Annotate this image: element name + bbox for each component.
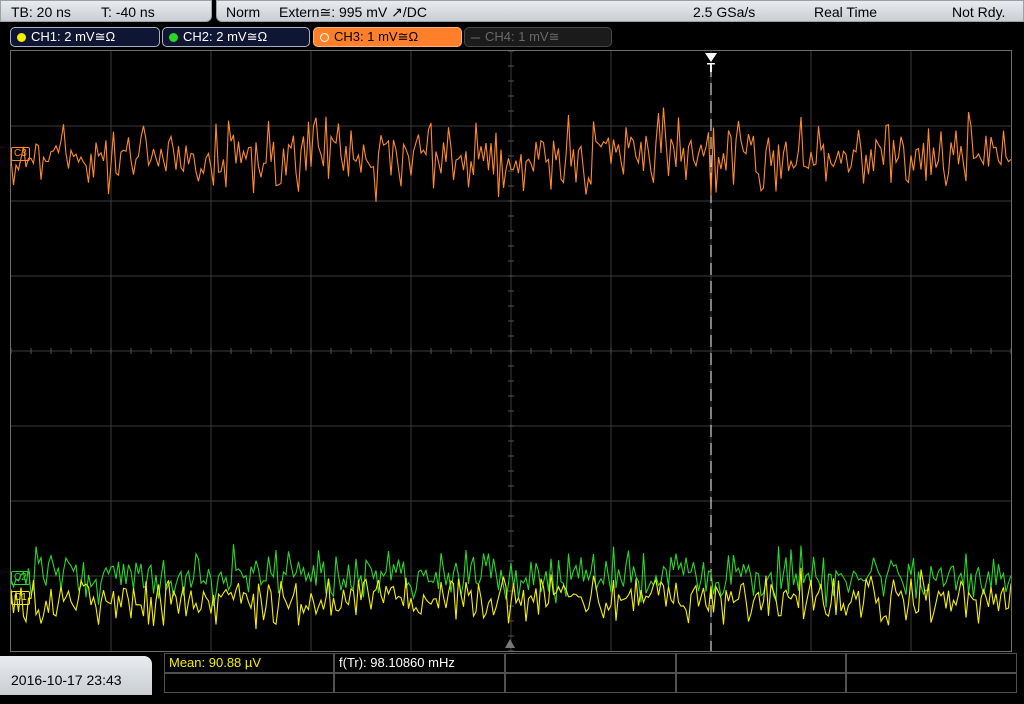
ch2-indicator-icon — [169, 33, 178, 42]
tab-ch4[interactable]: CH4: 1 mV≅ — [464, 27, 612, 47]
ch2-offset-marker[interactable]: C2 — [11, 571, 30, 585]
tab-ch1[interactable]: CH1: 2 mV≅Ω — [10, 27, 160, 47]
mean-measurement[interactable]: Mean: 90.88 µV — [164, 653, 334, 673]
trigger-source-label: Extern≅: 995 mV ↗/DC — [279, 4, 427, 20]
waveform-plot — [11, 51, 1011, 651]
measurement-slot-6[interactable] — [164, 673, 334, 693]
ch4-indicator-icon — [471, 37, 480, 39]
ch1-indicator-icon — [17, 33, 26, 42]
trigger-position-marker[interactable]: T — [703, 53, 719, 74]
ch3-indicator-icon — [320, 33, 329, 42]
trigger-marker-label: T — [707, 60, 715, 75]
acquisition-status-label: Not Rdy. — [952, 4, 1006, 20]
status-bar: TB: 20 ns T: -40 ns Norm Extern≅: 995 mV… — [0, 0, 1024, 24]
tab-ch3[interactable]: CH3: 1 mV≅Ω — [313, 27, 462, 47]
acquisition-mode-label: Real Time — [814, 4, 878, 20]
measurement-slot-3[interactable] — [505, 653, 676, 673]
timebase-panel[interactable]: TB: 20 ns T: -40 ns — [0, 0, 212, 22]
measurement-slot-10[interactable] — [846, 673, 1017, 693]
measurement-slot-7[interactable] — [334, 673, 505, 693]
trigger-time-label: T: -40 ns — [101, 4, 155, 20]
ch1-offset-marker[interactable]: C1 — [11, 591, 30, 605]
waveform-display[interactable]: T C3 C2 C1 — [10, 50, 1012, 652]
datetime-display: 2016-10-17 23:43 — [0, 656, 152, 695]
ch1-label: CH1: 2 mV≅Ω — [31, 29, 116, 44]
ch3-label: CH3: 1 mV≅Ω — [334, 29, 419, 44]
trigger-panel[interactable]: Norm Extern≅: 995 mV ↗/DC 2.5 GSa/s Real… — [216, 0, 1024, 22]
measurement-slot-5[interactable] — [846, 653, 1017, 673]
tab-ch2[interactable]: CH2: 2 mV≅Ω — [162, 27, 310, 47]
trigger-mode-label: Norm — [226, 4, 261, 20]
graticule — [11, 51, 1011, 651]
frequency-measurement[interactable]: f(Tr): 98.10860 mHz — [334, 653, 505, 673]
ch4-label: CH4: 1 mV≅ — [485, 29, 560, 44]
ch2-label: CH2: 2 mV≅Ω — [183, 29, 268, 44]
measurement-slot-4[interactable] — [676, 653, 846, 673]
measurement-slot-9[interactable] — [676, 673, 846, 693]
measurement-slot-8[interactable] — [505, 673, 676, 693]
timebase-label: TB: 20 ns — [11, 4, 71, 20]
time-reference-icon — [505, 639, 515, 648]
sample-rate-label: 2.5 GSa/s — [693, 4, 756, 20]
ch3-offset-marker[interactable]: C3 — [11, 147, 30, 161]
